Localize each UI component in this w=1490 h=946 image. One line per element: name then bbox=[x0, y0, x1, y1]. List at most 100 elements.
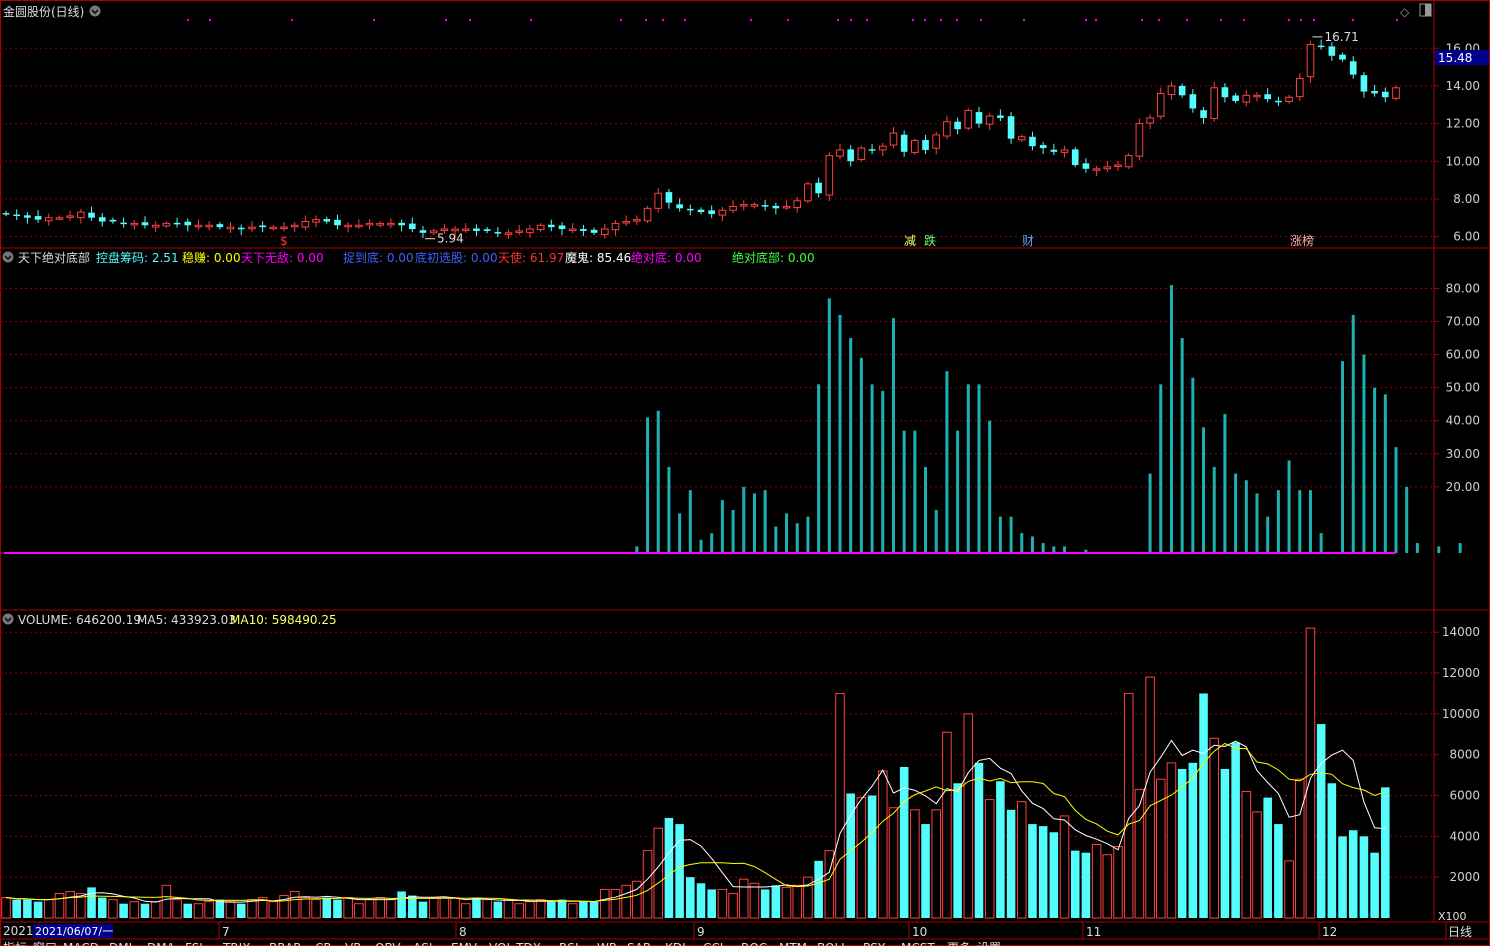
candle-body-down bbox=[419, 230, 427, 233]
candle-body-down bbox=[323, 219, 331, 222]
indicator-bar bbox=[1308, 490, 1312, 553]
indicator-value: 控盘筹码: 2.51 bbox=[96, 250, 179, 265]
indicator-bar bbox=[763, 490, 767, 553]
volume-bar-up bbox=[642, 850, 653, 919]
candle-body-up bbox=[793, 200, 802, 209]
indicator-bar bbox=[870, 384, 874, 553]
bottom-tab[interactable]: DMI bbox=[109, 941, 132, 946]
candle-body-down bbox=[398, 222, 405, 226]
candle-body-down bbox=[772, 205, 780, 209]
candle-body-up bbox=[387, 222, 395, 226]
volume-bar-down bbox=[1348, 830, 1358, 918]
bottom-tab[interactable]: DMA bbox=[147, 941, 176, 946]
candle-body-down bbox=[590, 229, 598, 233]
month-label: 7 bbox=[222, 925, 230, 939]
candle-body-down bbox=[120, 222, 127, 225]
window-toggle-icon bbox=[1425, 4, 1431, 16]
indicator-bar bbox=[838, 314, 842, 553]
indicator-bar bbox=[902, 430, 906, 553]
volume-bar-up bbox=[792, 884, 803, 919]
volume-bar-down bbox=[1220, 768, 1230, 918]
indicator-bar bbox=[1009, 516, 1013, 553]
bottom-tab[interactable]: BRAR bbox=[269, 941, 302, 946]
indicator-bar bbox=[966, 384, 970, 553]
volume-bar-up bbox=[289, 890, 300, 919]
indicator-bar bbox=[934, 510, 938, 553]
volume-bar-up bbox=[738, 878, 749, 919]
volume-bar-up bbox=[1059, 815, 1070, 919]
bottom-tab[interactable]: WR bbox=[597, 941, 617, 946]
indicator-bar bbox=[945, 371, 949, 553]
bottom-tab[interactable]: RSI bbox=[559, 941, 579, 946]
candle-body-up bbox=[1306, 43, 1315, 78]
low-label: 5.94 bbox=[437, 232, 464, 246]
bottom-tab[interactable]: ASI bbox=[413, 941, 432, 946]
volume-bar-up bbox=[1252, 811, 1262, 919]
indicator-bar bbox=[1169, 285, 1173, 553]
month-label: 12 bbox=[1322, 925, 1337, 939]
volume-bar-up bbox=[1016, 801, 1027, 919]
bottom-tab[interactable]: 指标 bbox=[3, 940, 27, 946]
candle-body-down bbox=[922, 139, 929, 150]
candle-body-down bbox=[1050, 149, 1058, 152]
candle-body-up bbox=[633, 219, 641, 222]
candle-body-up bbox=[301, 221, 310, 228]
volume-bar-down bbox=[1028, 824, 1037, 918]
bottom-tab[interactable]: 更多 bbox=[947, 941, 971, 946]
event-marker: 涨榜 bbox=[1290, 233, 1314, 248]
volume-bar-down bbox=[1006, 809, 1016, 918]
volume-panel[interactable] bbox=[1, 627, 1390, 919]
candle-body-down bbox=[1381, 91, 1389, 98]
year-label: 2021 bbox=[3, 924, 34, 938]
candle-body-down bbox=[1360, 75, 1368, 92]
bottom-tab[interactable]: FSL bbox=[185, 941, 206, 946]
candle-body-down bbox=[580, 229, 587, 231]
volume-bar-up bbox=[1166, 762, 1177, 919]
bottom-tab[interactable]: EMV bbox=[451, 941, 478, 946]
bottom-tab[interactable]: VR bbox=[345, 941, 362, 946]
volume-bar-down bbox=[664, 817, 674, 918]
bottom-tab[interactable]: MACD bbox=[63, 941, 99, 946]
candle-body-down bbox=[558, 225, 566, 230]
candlestick-panel[interactable]: 16.71 5.94 $ 减跌 财 涨榜 bbox=[2, 19, 1400, 248]
candle-body-down bbox=[1071, 149, 1079, 166]
bottom-tab[interactable]: BOLL bbox=[817, 941, 848, 946]
candle-body-up bbox=[718, 209, 727, 216]
bottom-tab[interactable]: CR bbox=[315, 941, 332, 946]
bottom-tab[interactable]: ROC bbox=[741, 941, 767, 946]
candle-body-up bbox=[739, 204, 748, 207]
bottom-tab[interactable]: CCI bbox=[703, 941, 723, 946]
bottom-tab[interactable]: KDJ bbox=[665, 941, 686, 946]
bottom-tab[interactable]: PSY bbox=[863, 941, 886, 946]
bottom-tab[interactable]: TRIX bbox=[222, 941, 250, 946]
candle-body-down bbox=[847, 149, 855, 162]
bottom-tab[interactable]: 设置 bbox=[977, 941, 1001, 946]
volume-tick-label: 12000 bbox=[1442, 666, 1480, 680]
bottom-tab[interactable]: SAR bbox=[627, 941, 651, 946]
volume-tick-label: 10000 bbox=[1442, 707, 1480, 721]
indicator-panel[interactable] bbox=[4, 285, 1462, 554]
candle-body-up bbox=[943, 121, 951, 137]
volume-bar-down bbox=[557, 899, 567, 918]
candle-body-up bbox=[280, 226, 288, 230]
bottom-tab[interactable]: 窗口 bbox=[33, 941, 57, 946]
volume-bar-up bbox=[204, 901, 214, 919]
candle-body-up bbox=[162, 222, 171, 227]
candle-body-down bbox=[1178, 85, 1186, 96]
indicator-bar bbox=[817, 384, 821, 553]
bottom-tab[interactable]: VOL-TDX bbox=[489, 941, 541, 946]
chevron-down-icon bbox=[89, 5, 101, 17]
stock-chart[interactable]: 16.715.94$ 减跌财涨榜 16.0014.0012.0010.008.00… bbox=[0, 0, 1490, 946]
candle-body-down bbox=[109, 219, 117, 222]
volume-tick-label: 14000 bbox=[1442, 625, 1480, 639]
indicator-bar bbox=[998, 516, 1002, 553]
signal-dot bbox=[750, 19, 752, 21]
volume-bar-up bbox=[161, 884, 172, 919]
bottom-tab[interactable]: MCST bbox=[901, 941, 935, 946]
bottom-tab[interactable]: MTM bbox=[779, 941, 807, 946]
volume-bar-up bbox=[354, 903, 364, 919]
bottom-tab[interactable]: OBV bbox=[375, 941, 401, 946]
indicator-bar bbox=[827, 298, 831, 553]
candle-body-up bbox=[451, 228, 459, 232]
indicator-bar bbox=[699, 539, 703, 553]
